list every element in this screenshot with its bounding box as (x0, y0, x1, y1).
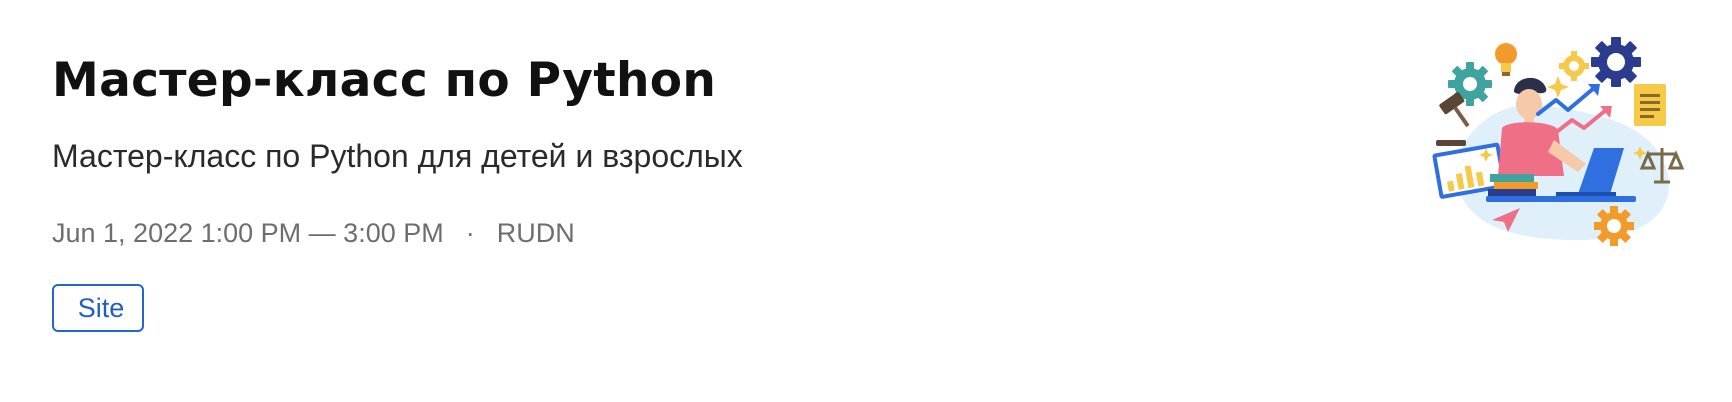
lightbulb-icon (1495, 43, 1517, 76)
event-location: RUDN (496, 218, 575, 248)
event-datetime: Jun 1, 2022 1:00 PM — 3:00 PM (52, 218, 444, 248)
small-gear-icon (1559, 51, 1589, 81)
orange-gear-icon (1594, 206, 1634, 246)
meta-separator: · (465, 218, 475, 248)
event-meta: Jun 1, 2022 1:00 PM — 3:00 PM · RUDN (52, 216, 575, 250)
event-title: Мастер-класс по Python (52, 53, 717, 108)
large-gear-icon (1591, 37, 1641, 87)
desk (1486, 196, 1636, 202)
site-button[interactable]: Site (52, 284, 144, 332)
document-icon (1634, 84, 1666, 126)
book-stack (1490, 174, 1534, 182)
gavel-base (1436, 140, 1466, 146)
event-card: Мастер-класс по Python Мастер-класс по P… (0, 0, 1732, 402)
programmer-illustration (1432, 37, 1685, 246)
event-subtitle: Мастер-класс по Python для детей и взрос… (52, 138, 743, 174)
